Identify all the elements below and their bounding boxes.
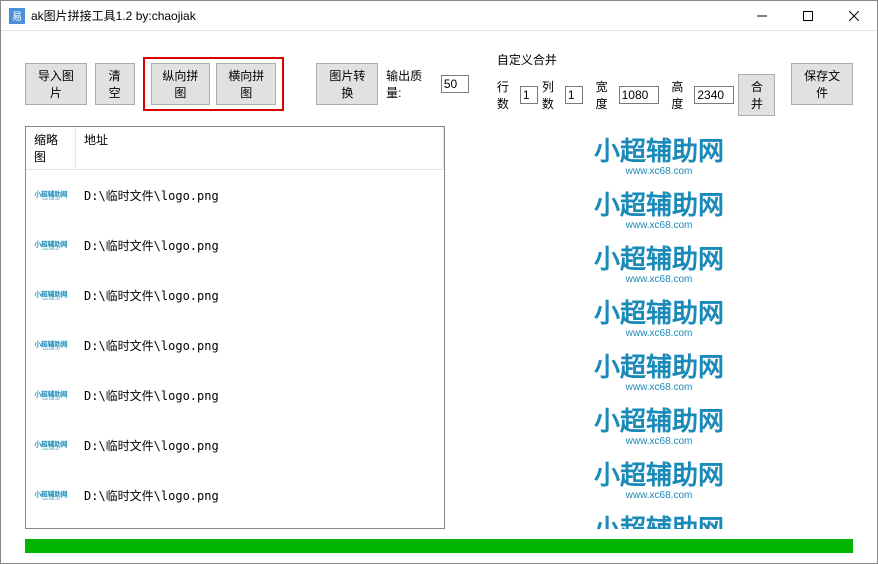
svg-text:小超辅助网: 小超辅助网: [34, 489, 67, 498]
cols-label: 列数: [542, 78, 561, 112]
titlebar: 易 ak图片拼接工具1.2 by:chaojiak: [1, 1, 877, 31]
list-row[interactable]: 小超辅助网 www.xc68.com D:\临时文件\logo.png: [26, 170, 444, 220]
thumb-cell: 小超辅助网 www.xc68.com: [26, 520, 76, 528]
toolbar: 导入图片 清空 纵向拼图 横向拼图 图片转换 输出质量: 自定义合并 行数 列数…: [1, 31, 877, 126]
svg-text:小超辅助网: 小超辅助网: [34, 439, 67, 448]
path-cell: D:\临时文件\logo.png: [76, 433, 444, 458]
list-body[interactable]: 小超辅助网 www.xc68.com D:\临时文件\logo.png 小超辅助…: [26, 170, 444, 528]
thumbnail-icon: 小超辅助网 www.xc68.com: [28, 522, 74, 528]
path-cell: D:\临时文件\logo.png: [76, 333, 444, 358]
thumbnail-icon: 小超辅助网 www.xc68.com: [28, 172, 74, 218]
close-button[interactable]: [831, 1, 877, 31]
thumbnail-icon: 小超辅助网 www.xc68.com: [28, 222, 74, 268]
thumb-cell: 小超辅助网 www.xc68.com: [26, 320, 76, 370]
list-row[interactable]: 小超辅助网 www.xc68.com D:\临时文件\logo.png: [26, 470, 444, 520]
path-cell: D:\临时文件\logo.png: [76, 183, 444, 208]
preview-item: 小超辅助网 www.xc68.com: [569, 508, 749, 529]
svg-text:易: 易: [12, 11, 22, 23]
thumb-cell: 小超辅助网 www.xc68.com: [26, 420, 76, 470]
svg-text:小超辅助网: 小超辅助网: [34, 239, 67, 248]
col-path[interactable]: 地址: [76, 127, 444, 169]
svg-text:www.xc68.com: www.xc68.com: [625, 490, 693, 501]
path-cell: D:\临时文件\logo.png: [76, 383, 444, 408]
preview-panel[interactable]: 小超辅助网 www.xc68.com 小超辅助网 www.xc68.com 小超…: [465, 126, 853, 529]
clear-button[interactable]: 清空: [95, 63, 135, 105]
svg-text:小超辅助网: 小超辅助网: [594, 298, 724, 328]
preview-item: 小超辅助网 www.xc68.com: [569, 184, 749, 234]
list-row[interactable]: 小超辅助网 www.xc68.com D:\临时文件\logo.png: [26, 370, 444, 420]
horizontal-stitch-button[interactable]: 横向拼图: [216, 63, 276, 105]
svg-text:www.xc68.com: www.xc68.com: [625, 274, 693, 285]
list-row[interactable]: 小超辅助网 www.xc68.com D:\临时文件\logo.png: [26, 520, 444, 528]
height-label: 高度: [671, 78, 690, 112]
thumb-cell: 小超辅助网 www.xc68.com: [26, 220, 76, 270]
content-area: 缩略图 地址 小超辅助网 www.xc68.com D:\临时文件\logo.p…: [1, 126, 877, 539]
svg-text:小超辅助网: 小超辅助网: [594, 244, 724, 274]
custom-title: 自定义合并: [497, 51, 775, 68]
list-row[interactable]: 小超辅助网 www.xc68.com D:\临时文件\logo.png: [26, 420, 444, 470]
status-bar: [25, 539, 853, 553]
svg-text:www.xc68.com: www.xc68.com: [625, 328, 693, 339]
file-list: 缩略图 地址 小超辅助网 www.xc68.com D:\临时文件\logo.p…: [25, 126, 445, 529]
path-cell: D:\临时文件\logo.png: [76, 233, 444, 258]
thumb-cell: 小超辅助网 www.xc68.com: [26, 170, 76, 220]
list-row[interactable]: 小超辅助网 www.xc68.com D:\临时文件\logo.png: [26, 270, 444, 320]
custom-merge-group: 自定义合并 行数 列数 宽度 高度 合并: [497, 51, 775, 116]
svg-text:www.xc68.com: www.xc68.com: [625, 166, 693, 177]
svg-text:小超辅助网: 小超辅助网: [594, 352, 724, 382]
preview-item: 小超辅助网 www.xc68.com: [569, 292, 749, 342]
window-title: ak图片拼接工具1.2 by:chaojiak: [31, 7, 739, 24]
thumbnail-icon: 小超辅助网 www.xc68.com: [28, 422, 74, 468]
highlight-box: 纵向拼图 横向拼图: [143, 57, 285, 111]
window-controls: [739, 1, 877, 31]
svg-text:小超辅助网: 小超辅助网: [34, 389, 67, 398]
svg-text:小超辅助网: 小超辅助网: [34, 189, 67, 198]
thumb-cell: 小超辅助网 www.xc68.com: [26, 370, 76, 420]
thumbnail-icon: 小超辅助网 www.xc68.com: [28, 472, 74, 518]
app-icon: 易: [9, 8, 25, 24]
quality-label: 输出质量:: [386, 67, 433, 101]
svg-text:小超辅助网: 小超辅助网: [594, 406, 724, 436]
svg-text:小超辅助网: 小超辅助网: [34, 339, 67, 348]
svg-text:小超辅助网: 小超辅助网: [594, 136, 724, 166]
preview-item: 小超辅助网 www.xc68.com: [569, 400, 749, 450]
svg-text:www.xc68.com: www.xc68.com: [625, 220, 693, 231]
rows-input[interactable]: [520, 86, 538, 104]
width-label: 宽度: [596, 78, 615, 112]
svg-text:小超辅助网: 小超辅助网: [34, 289, 67, 298]
list-row[interactable]: 小超辅助网 www.xc68.com D:\临时文件\logo.png: [26, 320, 444, 370]
minimize-button[interactable]: [739, 1, 785, 31]
rows-label: 行数: [497, 78, 516, 112]
thumb-cell: 小超辅助网 www.xc68.com: [26, 470, 76, 520]
svg-text:小超辅助网: 小超辅助网: [594, 460, 724, 490]
height-input[interactable]: [694, 86, 734, 104]
import-button[interactable]: 导入图片: [25, 63, 87, 105]
vertical-stitch-button[interactable]: 纵向拼图: [151, 63, 211, 105]
thumbnail-icon: 小超辅助网 www.xc68.com: [28, 322, 74, 368]
list-row[interactable]: 小超辅助网 www.xc68.com D:\临时文件\logo.png: [26, 220, 444, 270]
thumbnail-icon: 小超辅助网 www.xc68.com: [28, 272, 74, 318]
svg-text:小超辅助网: 小超辅助网: [594, 190, 724, 220]
width-input[interactable]: [619, 86, 659, 104]
thumb-cell: 小超辅助网 www.xc68.com: [26, 270, 76, 320]
preview-item: 小超辅助网 www.xc68.com: [569, 454, 749, 504]
preview-item: 小超辅助网 www.xc68.com: [569, 130, 749, 180]
col-thumb[interactable]: 缩略图: [26, 127, 76, 169]
convert-button[interactable]: 图片转换: [316, 63, 378, 105]
save-button[interactable]: 保存文件: [791, 63, 853, 105]
list-header: 缩略图 地址: [26, 127, 444, 170]
cols-input[interactable]: [565, 86, 583, 104]
path-cell: D:\临时文件\logo.png: [76, 283, 444, 308]
svg-text:www.xc68.com: www.xc68.com: [625, 436, 693, 447]
path-cell: D:\临时文件\logo.png: [76, 483, 444, 508]
preview-item: 小超辅助网 www.xc68.com: [569, 346, 749, 396]
quality-input[interactable]: [441, 75, 469, 93]
maximize-button[interactable]: [785, 1, 831, 31]
svg-text:小超辅助网: 小超辅助网: [594, 514, 724, 529]
preview-item: 小超辅助网 www.xc68.com: [569, 238, 749, 288]
app-window: 易 ak图片拼接工具1.2 by:chaojiak 导入图片 清空 纵向拼图 横…: [0, 0, 878, 564]
svg-text:www.xc68.com: www.xc68.com: [625, 382, 693, 393]
thumbnail-icon: 小超辅助网 www.xc68.com: [28, 372, 74, 418]
merge-button[interactable]: 合并: [738, 74, 775, 116]
